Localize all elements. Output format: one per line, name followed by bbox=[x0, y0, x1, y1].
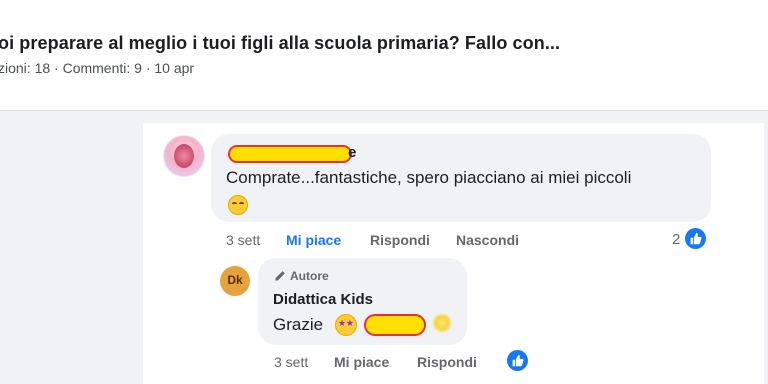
redacted-mention bbox=[364, 314, 426, 336]
page-avatar-text: Dk bbox=[227, 273, 243, 287]
reply-thumbs-up-icon[interactable] bbox=[507, 350, 528, 371]
redacted-author-name bbox=[228, 145, 352, 163]
avatar-image bbox=[174, 144, 194, 168]
reply-timestamp[interactable]: 3 sett bbox=[274, 354, 308, 370]
hide-button[interactable]: Nascondi bbox=[456, 232, 519, 248]
author-badge-label: Autore bbox=[290, 269, 329, 283]
reply-reply-button[interactable]: Rispondi bbox=[417, 354, 477, 370]
star-struck-emoji-icon bbox=[335, 314, 357, 336]
reply-text: Grazie bbox=[273, 315, 324, 334]
page-avatar[interactable]: Dk bbox=[220, 266, 250, 296]
commenter-avatar[interactable] bbox=[163, 135, 205, 177]
thumbs-up-icon[interactable] bbox=[685, 228, 706, 249]
like-count[interactable]: 2 bbox=[672, 231, 680, 248]
like-button[interactable]: Mi piace bbox=[286, 232, 341, 248]
post-title[interactable]: oi preparare al meglio i tuoi figli alla… bbox=[0, 33, 560, 54]
reply-button[interactable]: Rispondi bbox=[370, 232, 430, 248]
author-badge: Autore bbox=[274, 269, 329, 283]
sun-emoji-icon bbox=[432, 313, 452, 333]
reply-author-name[interactable]: Didattica Kids bbox=[273, 291, 373, 308]
post-header: oi preparare al meglio i tuoi figli alla… bbox=[0, 0, 768, 111]
pencil-icon bbox=[275, 271, 285, 281]
post-meta: zioni: 18 · Commenti: 9 · 10 apr bbox=[0, 60, 195, 76]
smiling-face-emoji-icon bbox=[228, 195, 248, 215]
comment-timestamp[interactable]: 3 sett bbox=[226, 232, 260, 248]
author-name-suffix[interactable]: e bbox=[348, 144, 356, 161]
comment-text: Comprate...fantastiche, spero piacciano … bbox=[226, 168, 632, 187]
reply-like-button[interactable]: Mi piace bbox=[334, 354, 389, 370]
